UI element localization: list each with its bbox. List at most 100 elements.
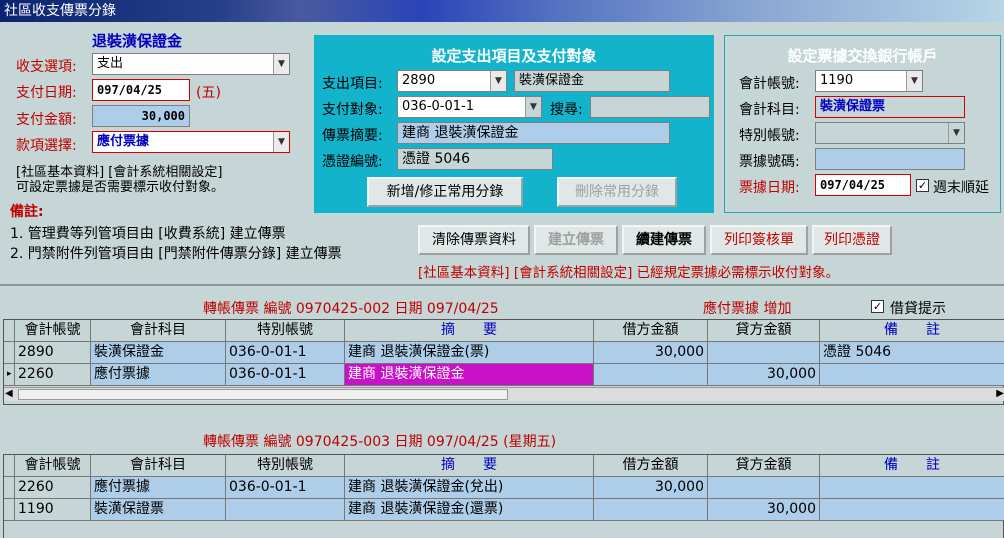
voucher2-table: 會計帳號 會計科目 特別帳號 摘 要 借方金額 貸方金額 備 註 2260 應付… [3,454,1004,538]
table-row[interactable]: 2890 裝潢保證金 036-0-01-1 建商 退裝潢保證金(票) 30,00… [4,342,1004,364]
weekend-defer-checkbox[interactable]: ✓ [916,179,929,192]
create-voucher-button[interactable]: 建立傳票 [534,225,618,255]
cell-debit[interactable]: 30,000 [594,342,708,364]
cell-summary[interactable]: 建商 退裝潢保證金(票) [345,342,594,364]
table-row[interactable]: 2260 應付票據 036-0-01-1 建商 退裝潢保證金(兌出) 30,00… [4,477,1004,499]
cell-special[interactable]: 036-0-01-1 [226,364,345,386]
cell-credit[interactable]: 30,000 [708,364,820,386]
print-sign-button[interactable]: 列印簽核單 [710,225,808,255]
cell-credit[interactable] [708,342,820,364]
cell-subject[interactable]: 應付票據 [91,364,226,386]
cell-debit[interactable] [594,364,708,386]
col-special[interactable]: 特別帳號 [226,455,345,477]
cell-subject[interactable]: 裝潢保證金 [91,342,226,364]
cell-credit[interactable]: 30,000 [708,499,820,521]
chevron-down-icon[interactable]: ▼ [525,97,541,117]
cell-account[interactable]: 2260 [15,364,91,386]
col-subject[interactable]: 會計科目 [91,320,226,342]
chevron-down-icon[interactable]: ▼ [273,54,289,74]
row-indicator [4,342,15,364]
special-account-label: 特別帳號: [739,128,800,144]
cell-credit[interactable] [708,477,820,499]
voucher1-status: 應付票據 增加 [703,301,792,317]
col-summary[interactable]: 摘 要 [345,320,594,342]
expense-panel-title: 設定支出項目及支付對象 [431,47,597,65]
cell-subject[interactable]: 裝潢保證票 [91,499,226,521]
clear-voucher-button[interactable]: 清除傳票資料 [418,225,530,255]
expense-code-select[interactable]: 2890 ▼ [397,70,507,92]
amount-input[interactable]: 30,000 [92,105,190,127]
col-special[interactable]: 特別帳號 [226,320,345,342]
cell-debit[interactable] [594,499,708,521]
voucher-input[interactable]: 憑證 5046 [397,148,553,170]
col-credit[interactable]: 貸方金額 [708,320,820,342]
row-indicator [4,499,15,521]
col-summary[interactable]: 摘 要 [345,455,594,477]
expense-name-field: 裝潢保證金 [514,70,670,92]
cell-special[interactable]: 036-0-01-1 [226,342,345,364]
cell-note[interactable] [820,477,1004,499]
col-note[interactable]: 備 註 [820,455,1004,477]
cell-note[interactable] [820,499,1004,521]
cell-account[interactable]: 2260 [15,477,91,499]
chevron-down-icon[interactable]: ▼ [906,71,922,91]
summary-input[interactable]: 建商 退裝潢保證金 [397,122,670,144]
scroll-thumb[interactable] [18,389,508,400]
cell-account[interactable]: 2890 [15,342,91,364]
chevron-down-icon[interactable]: ▼ [273,132,289,152]
chevron-down-icon[interactable]: ▼ [490,71,506,91]
add-common-entry-button[interactable]: 新增/修正常用分錄 [367,177,523,207]
row-indicator [4,477,15,499]
payee-label: 支付對象: [322,102,383,118]
horizontal-scrollbar[interactable]: ◀ ▶ [4,387,1004,401]
col-credit[interactable]: 貸方金額 [708,455,820,477]
search-input[interactable] [590,96,710,118]
settings-note-line2: 可設定票據是否需要標示收付對象。 [16,180,225,195]
col-debit[interactable]: 借方金額 [594,455,708,477]
print-voucher-button[interactable]: 列印憑證 [812,225,892,255]
date-input[interactable]: 097/04/25 [92,79,190,101]
amount-label: 支付金額: [16,112,77,128]
bill-no-input[interactable] [815,148,965,170]
subject-field: 裝潢保證票 [815,96,965,118]
cell-note[interactable] [820,364,1004,386]
col-debit[interactable]: 借方金額 [594,320,708,342]
cell-summary-selected[interactable]: 建商 退裝潢保證金 [345,364,594,386]
bill-date-input[interactable]: 097/04/25 [815,174,911,196]
voucher1-table: 會計帳號 會計科目 特別帳號 摘 要 借方金額 貸方金額 備 註 2890 裝潢… [3,319,1004,405]
row-indicator-header [4,320,15,342]
item-label: 款項選擇: [16,138,77,154]
type-select[interactable]: 支出 ▼ [92,53,290,75]
continue-voucher-button[interactable]: 續建傳票 [622,225,706,255]
cell-summary[interactable]: 建商 退裝潢保證金(還票) [345,499,594,521]
col-subject[interactable]: 會計科目 [91,455,226,477]
account-label: 會計帳號: [739,76,800,92]
window-title: 社區收支傳票分錄 [0,0,1004,22]
section-divider [0,284,1004,286]
col-account[interactable]: 會計帳號 [15,320,91,342]
payee-select[interactable]: 036-0-01-1 ▼ [397,96,542,118]
scroll-right-icon[interactable]: ▶ [996,388,1004,399]
cell-special[interactable] [226,499,345,521]
type-label: 收支選項: [16,59,77,75]
delete-common-entry-button[interactable]: 刪除常用分錄 [557,177,677,207]
table-row[interactable]: ▸ 2260 應付票據 036-0-01-1 建商 退裝潢保證金 30,000 [4,364,1004,386]
cell-account[interactable]: 1190 [15,499,91,521]
col-account[interactable]: 會計帳號 [15,455,91,477]
cell-debit[interactable]: 30,000 [594,477,708,499]
cell-special[interactable]: 036-0-01-1 [226,477,345,499]
scroll-left-icon[interactable]: ◀ [5,388,13,399]
col-note[interactable]: 備 註 [820,320,1004,342]
item-select[interactable]: 應付票據 ▼ [92,131,290,153]
table-row[interactable]: 1190 裝潢保證票 建商 退裝潢保證金(還票) 30,000 [4,499,1004,521]
credit-hint-checkbox[interactable]: ✓ [871,300,884,313]
special-account-select[interactable]: ▼ [815,122,965,144]
cell-subject[interactable]: 應付票據 [91,477,226,499]
date-label: 支付日期: [16,85,77,101]
chevron-down-icon[interactable]: ▼ [948,123,964,143]
table-header: 會計帳號 會計科目 特別帳號 摘 要 借方金額 貸方金額 備 註 [4,320,1004,342]
bill-date-label: 票據日期: [739,180,800,196]
cell-summary[interactable]: 建商 退裝潢保證金(兌出) [345,477,594,499]
account-select[interactable]: 1190 ▼ [815,70,923,92]
cell-note[interactable]: 憑證 5046 [820,342,1004,364]
